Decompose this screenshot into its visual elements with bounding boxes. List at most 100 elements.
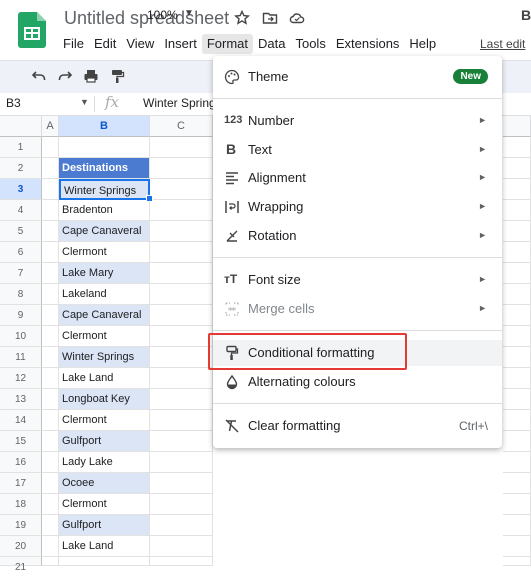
- menu-item-clear-formatting[interactable]: Clear formatting Ctrl+\: [213, 413, 502, 439]
- grid-cell[interactable]: [59, 137, 150, 158]
- print-icon[interactable]: [83, 68, 99, 84]
- grid-cell[interactable]: Gulfport: [59, 515, 150, 536]
- grid-cell[interactable]: [150, 452, 213, 473]
- grid-cell[interactable]: [59, 557, 150, 566]
- chevron-down-icon[interactable]: ▼: [184, 8, 194, 19]
- zoom-select[interactable]: 100%: [147, 8, 178, 22]
- menu-item-text[interactable]: B Text ►: [213, 137, 502, 163]
- grid-cell[interactable]: [42, 536, 59, 557]
- redo-icon[interactable]: [57, 68, 73, 84]
- grid-cell[interactable]: [150, 179, 213, 200]
- grid-cell[interactable]: [42, 515, 59, 536]
- grid-cell[interactable]: [150, 473, 213, 494]
- grid-cell[interactable]: [42, 473, 59, 494]
- menu-tools[interactable]: Tools: [290, 34, 330, 54]
- grid-cell[interactable]: [150, 494, 213, 515]
- menu-item-font-size[interactable]: тT Font size ►: [213, 267, 502, 293]
- menu-file[interactable]: File: [58, 34, 89, 54]
- column-header-b[interactable]: B: [59, 116, 150, 137]
- grid-cell[interactable]: [42, 305, 59, 326]
- grid-cell[interactable]: [42, 389, 59, 410]
- grid-cell[interactable]: [150, 536, 213, 557]
- grid-cell[interactable]: Lake Land: [59, 368, 150, 389]
- grid-cell[interactable]: Clermont: [59, 242, 150, 263]
- grid-cell[interactable]: [503, 284, 531, 305]
- row-header[interactable]: 13: [0, 389, 42, 410]
- grid-cell[interactable]: [503, 389, 531, 410]
- row-header[interactable]: 17: [0, 473, 42, 494]
- grid-cell[interactable]: [150, 347, 213, 368]
- row-header[interactable]: 2: [0, 158, 42, 179]
- row-header[interactable]: 15: [0, 431, 42, 452]
- menu-item-number[interactable]: 123 Number ►: [213, 108, 502, 134]
- row-header[interactable]: 18: [0, 494, 42, 515]
- paint-format-icon[interactable]: [109, 68, 125, 84]
- menu-item-rotation[interactable]: Rotation ►: [213, 223, 502, 249]
- grid-cell[interactable]: [150, 200, 213, 221]
- grid-cell[interactable]: [42, 200, 59, 221]
- active-cell[interactable]: Winter Springs: [59, 179, 150, 200]
- grid-cell[interactable]: [42, 326, 59, 347]
- grid-cell[interactable]: [42, 452, 59, 473]
- grid-cell[interactable]: Bradenton: [59, 200, 150, 221]
- grid-cell[interactable]: [503, 200, 531, 221]
- grid-cell[interactable]: [42, 494, 59, 515]
- row-header[interactable]: 1: [0, 137, 42, 158]
- grid-cell[interactable]: [150, 305, 213, 326]
- row-header[interactable]: 12: [0, 368, 42, 389]
- grid-cell[interactable]: Ocoee: [59, 473, 150, 494]
- grid-cell[interactable]: [503, 557, 531, 566]
- grid-cell[interactable]: [503, 305, 531, 326]
- star-icon[interactable]: [234, 10, 250, 26]
- grid-cell[interactable]: [150, 137, 213, 158]
- row-header[interactable]: 9: [0, 305, 42, 326]
- grid-cell[interactable]: [42, 158, 59, 179]
- grid-cell[interactable]: [503, 515, 531, 536]
- grid-cell[interactable]: [42, 179, 59, 200]
- grid-cell[interactable]: [150, 326, 213, 347]
- last-edit-link[interactable]: Last edit: [480, 37, 525, 51]
- grid-cell[interactable]: [150, 389, 213, 410]
- row-header[interactable]: 8: [0, 284, 42, 305]
- grid-cell[interactable]: [503, 263, 531, 284]
- grid-cell[interactable]: [150, 431, 213, 452]
- sheets-logo[interactable]: [18, 12, 46, 48]
- grid-cell[interactable]: [150, 515, 213, 536]
- cloud-icon[interactable]: [289, 10, 305, 26]
- grid-cell[interactable]: [150, 284, 213, 305]
- grid-cell[interactable]: [503, 347, 531, 368]
- row-header[interactable]: 19: [0, 515, 42, 536]
- row-header[interactable]: 16: [0, 452, 42, 473]
- grid-cell[interactable]: [42, 263, 59, 284]
- grid-cell[interactable]: [503, 368, 531, 389]
- grid-cell[interactable]: Lake Mary: [59, 263, 150, 284]
- menu-help[interactable]: Help: [404, 34, 441, 54]
- grid-cell[interactable]: Lake Land: [59, 536, 150, 557]
- row-header[interactable]: 11: [0, 347, 42, 368]
- fill-handle[interactable]: [146, 195, 153, 202]
- grid-cell[interactable]: [503, 473, 531, 494]
- grid-cell[interactable]: Longboat Key: [59, 389, 150, 410]
- header-cell[interactable]: Destinations: [59, 158, 150, 179]
- grid-cell[interactable]: [150, 158, 213, 179]
- menu-item-alternating-colours[interactable]: Alternating colours: [213, 369, 502, 395]
- menu-item-theme[interactable]: Theme New: [213, 64, 502, 90]
- grid-cell[interactable]: [150, 557, 213, 566]
- grid-cell[interactable]: [42, 242, 59, 263]
- menu-edit[interactable]: Edit: [89, 34, 121, 54]
- column-header-partial[interactable]: [503, 116, 531, 137]
- menu-format[interactable]: Format: [201, 34, 253, 54]
- name-box[interactable]: B3: [6, 96, 21, 110]
- menu-view[interactable]: View: [121, 34, 159, 54]
- grid-cell[interactable]: [150, 221, 213, 242]
- row-header[interactable]: 3: [0, 179, 42, 200]
- grid-cell[interactable]: [503, 158, 531, 179]
- grid-cell[interactable]: [42, 221, 59, 242]
- grid-cell[interactable]: [503, 536, 531, 557]
- grid-cell[interactable]: [150, 263, 213, 284]
- grid-cell[interactable]: [503, 410, 531, 431]
- menu-item-alignment[interactable]: Alignment ►: [213, 165, 502, 191]
- grid-cell[interactable]: [42, 284, 59, 305]
- grid-cell[interactable]: [42, 431, 59, 452]
- grid-cell[interactable]: [503, 494, 531, 515]
